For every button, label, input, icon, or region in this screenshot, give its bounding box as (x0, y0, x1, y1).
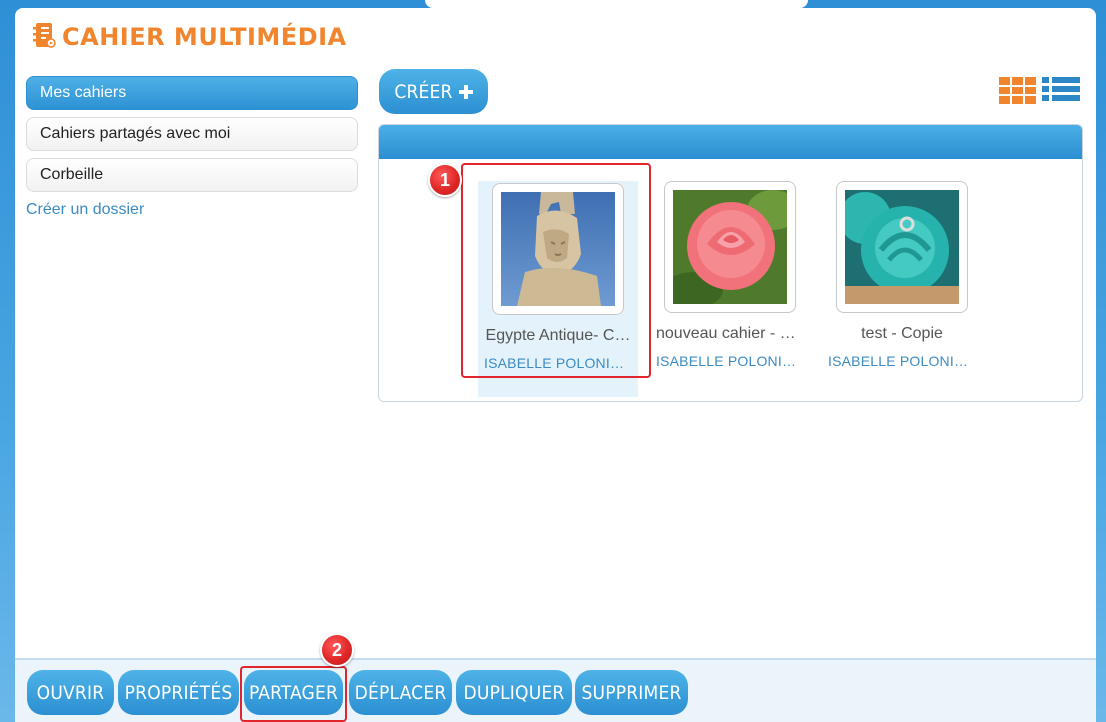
notebook-title: test - Copie (861, 325, 943, 342)
open-button[interactable]: OUVRIR (27, 670, 114, 715)
properties-button[interactable]: PROPRIÉTÉS (118, 670, 239, 715)
create-folder-link[interactable]: Créer un dossier (26, 201, 358, 219)
notebook-tile-test-copie[interactable]: test - Copie ISABELLE POLONIO … (822, 181, 982, 397)
notebook-title: nouveau cahier - C… (656, 325, 808, 342)
sidebar-item-mes-cahiers[interactable]: Mes cahiers (26, 76, 358, 110)
step-marker-1: 1 (428, 163, 462, 197)
notebook-thumbnail (664, 181, 796, 313)
action-bar: OUVRIR PROPRIÉTÉS PARTAGER DÉPLACER DUPL… (15, 658, 1096, 722)
plus-icon (458, 84, 473, 99)
notebook-author: ISABELLE POLONIO … (828, 353, 982, 369)
notebook-icon (32, 21, 56, 54)
sidebar: Mes cahiers Cahiers partagés avec moi Co… (26, 76, 358, 219)
move-button[interactable]: DÉPLACER (349, 670, 452, 715)
app-header: CAHIER MULTIMÉDIA (32, 20, 347, 54)
duplicate-button[interactable]: DUPLIQUER (456, 670, 572, 715)
create-button[interactable]: CRÉER (379, 69, 488, 114)
notebook-thumbnail (836, 181, 968, 313)
create-button-label: CRÉER (394, 80, 453, 103)
step-marker-2: 2 (320, 633, 354, 667)
content-header-bar (379, 125, 1082, 159)
callout-box-selected-notebook (461, 163, 651, 378)
view-toggle (999, 77, 1080, 104)
notebook-author: ISABELLE POLONIO … (656, 353, 810, 369)
main-panel: CAHIER MULTIMÉDIA Mes cahiers Cahiers pa… (15, 8, 1096, 722)
notebook-tile-nouveau-cahier[interactable]: nouveau cahier - C… ISABELLE POLONIO … (650, 181, 810, 397)
turquoise-cupcake-thumbnail (845, 190, 959, 304)
pink-rose-thumbnail (673, 190, 787, 304)
top-notch (425, 0, 808, 8)
list-view-icon[interactable] (1042, 77, 1080, 104)
sidebar-item-trash[interactable]: Corbeille (26, 158, 358, 192)
delete-button[interactable]: SUPPRIMER (575, 670, 688, 715)
sidebar-item-shared-notebooks[interactable]: Cahiers partagés avec moi (26, 117, 358, 151)
app-title: CAHIER MULTIMÉDIA (62, 23, 347, 51)
grid-view-icon[interactable] (999, 77, 1036, 104)
callout-box-share-button (240, 666, 347, 722)
